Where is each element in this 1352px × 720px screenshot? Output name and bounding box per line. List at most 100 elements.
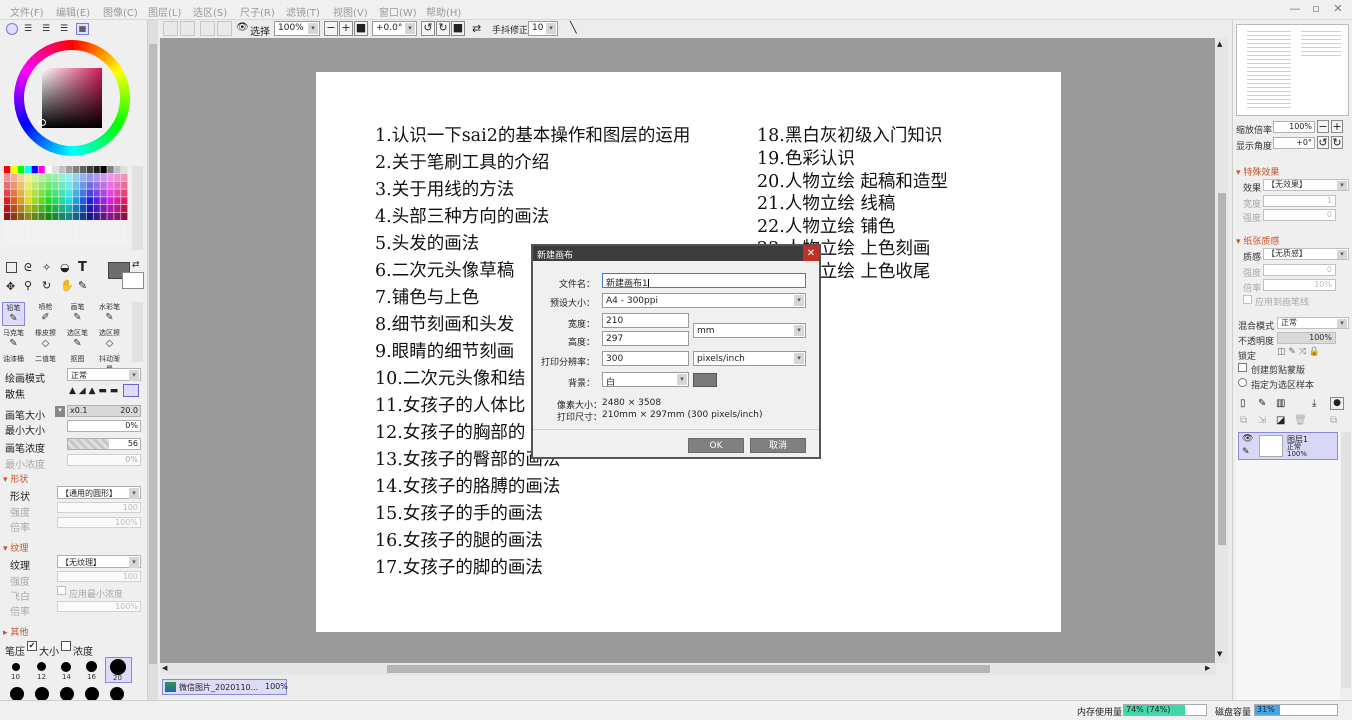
palette-swatch[interactable] [38, 205, 45, 213]
color-wheel-mode-icon[interactable] [6, 23, 18, 35]
palette-swatch[interactable] [24, 212, 31, 220]
effect-width-slider[interactable]: 1 [1263, 195, 1336, 207]
palette-swatch[interactable] [66, 212, 73, 220]
palette-swatch[interactable] [100, 166, 107, 174]
palette-swatch[interactable] [45, 181, 52, 189]
rotate-right-button[interactable]: ↻ [436, 21, 450, 36]
palette-swatch[interactable] [93, 228, 100, 236]
apply-brush-checkbox[interactable] [1243, 295, 1252, 304]
brush-size-slider[interactable]: x0.1 20.0 [67, 405, 141, 417]
palette-swatch[interactable] [93, 181, 100, 189]
palette-swatch[interactable] [72, 205, 80, 213]
palette-swatch[interactable] [4, 205, 11, 213]
palette-swatch[interactable] [59, 173, 66, 181]
angle-slider[interactable]: +0° [1273, 137, 1315, 149]
palette-swatch[interactable] [72, 197, 80, 205]
color-wheel[interactable] [14, 40, 130, 156]
paper-strength-slider[interactable]: 0 [1263, 264, 1336, 276]
palette-swatch[interactable] [17, 228, 25, 236]
layer-row[interactable]: 👁 ✎ 图层1 正常 100% [1238, 432, 1338, 460]
palette-swatch[interactable] [66, 197, 73, 205]
palette-swatch[interactable] [38, 197, 45, 205]
rect-select-icon[interactable] [6, 262, 17, 273]
palette-swatch[interactable] [24, 220, 31, 228]
palette-swatch[interactable] [100, 197, 107, 205]
nav-zoom-out-button[interactable]: − [1317, 120, 1329, 133]
palette-swatch[interactable] [86, 212, 93, 220]
canvas-vertical-scrollbar[interactable]: ▲ ▼ [1216, 38, 1228, 663]
blend-mode-select[interactable]: 正常 ▾ [1277, 317, 1349, 329]
hsv-slider-icon[interactable]: ☰ [42, 24, 50, 34]
palette-swatch[interactable] [86, 166, 93, 174]
palette-swatch[interactable] [10, 197, 18, 205]
brush-preset-dot[interactable] [37, 662, 46, 671]
scroll-thumb[interactable] [149, 44, 157, 664]
palette-swatch[interactable] [52, 228, 59, 236]
palette-swatch[interactable] [59, 166, 66, 174]
palette-swatch[interactable] [121, 189, 128, 197]
palette-swatch[interactable] [107, 181, 114, 189]
palette-swatch[interactable] [52, 236, 59, 244]
select-source-radio[interactable] [1238, 378, 1247, 387]
palette-swatch[interactable] [17, 197, 25, 205]
palette-swatch[interactable] [66, 181, 73, 189]
tool-brush[interactable]: 画笔 ✎ [66, 302, 89, 326]
palette-swatch[interactable] [31, 189, 38, 197]
tool-marker[interactable]: 马克笔 ✎ [2, 328, 25, 352]
new-layer-icon[interactable]: ▯ [1240, 398, 1246, 409]
resolution-unit-select[interactable]: pixels/inch ▾ [693, 351, 806, 366]
menu-help[interactable]: 帮助(H) [426, 4, 461, 19]
palette-swatch[interactable] [10, 173, 18, 181]
palette-swatch[interactable] [45, 212, 52, 220]
brush-preset-dot[interactable] [86, 661, 97, 672]
preset-select[interactable]: A4 - 300ppi ▾ [602, 293, 806, 308]
palette-swatch[interactable] [114, 197, 121, 205]
palette-swatch[interactable] [17, 220, 25, 228]
palette-swatch[interactable] [4, 181, 11, 189]
palette-swatch[interactable] [4, 236, 11, 244]
palette-swatch[interactable] [100, 181, 107, 189]
move-icon[interactable]: ✥ [6, 280, 15, 293]
flip-horizontal-icon[interactable]: ⇄ [472, 22, 481, 35]
unit-select[interactable]: mm ▾ [693, 323, 806, 338]
palette-swatch[interactable] [59, 181, 66, 189]
palette-swatch[interactable] [79, 236, 87, 244]
palette-swatch[interactable] [31, 228, 38, 236]
palette-swatch[interactable] [10, 181, 18, 189]
palette-swatch[interactable] [79, 212, 87, 220]
palette-scrollbar[interactable] [132, 166, 143, 250]
swap-colors-icon[interactable]: ⇄ [132, 260, 140, 270]
scroll-down-icon[interactable]: ▼ [1217, 650, 1222, 658]
palette-swatch[interactable] [79, 166, 87, 174]
palette-swatch[interactable] [45, 205, 52, 213]
palette-swatch[interactable] [24, 197, 31, 205]
palette-swatch[interactable] [31, 220, 38, 228]
brush-preset-dot[interactable] [110, 659, 126, 675]
zoom-select[interactable]: 100% ▾ [274, 21, 320, 36]
palette-swatch[interactable] [45, 173, 52, 181]
tool-cutout[interactable]: 抠图 [66, 354, 89, 368]
shape-strength-slider[interactable]: 100 [57, 502, 141, 513]
palette-swatch[interactable] [86, 220, 93, 228]
density-slider[interactable]: 56 [67, 438, 141, 450]
palette-swatch[interactable] [4, 197, 11, 205]
palette-swatch[interactable] [45, 197, 52, 205]
palette-swatch[interactable] [31, 212, 38, 220]
palette-swatch[interactable] [17, 189, 25, 197]
palette-swatch[interactable] [72, 236, 80, 244]
other-section-header[interactable]: ▸ 其他 [3, 625, 28, 638]
new-folder-icon[interactable]: ▥ [1276, 398, 1285, 409]
menu-ruler[interactable]: 尺子(R) [240, 4, 275, 19]
new-pen-layer-icon[interactable]: ✎ [1258, 398, 1266, 409]
palette-swatch[interactable] [72, 189, 80, 197]
palette-swatch[interactable] [72, 228, 80, 236]
palette-swatch[interactable] [24, 181, 31, 189]
palette-swatch[interactable] [59, 197, 66, 205]
palette-swatch[interactable] [24, 166, 31, 174]
tool-binary-pen[interactable]: 二值笔 [34, 354, 57, 368]
menu-edit[interactable]: 编辑(E) [56, 4, 90, 19]
eyedropper-icon[interactable]: ✎ [78, 279, 87, 292]
palette-swatch[interactable] [86, 205, 93, 213]
palette-swatch[interactable] [59, 236, 66, 244]
palette-swatch[interactable] [100, 205, 107, 213]
